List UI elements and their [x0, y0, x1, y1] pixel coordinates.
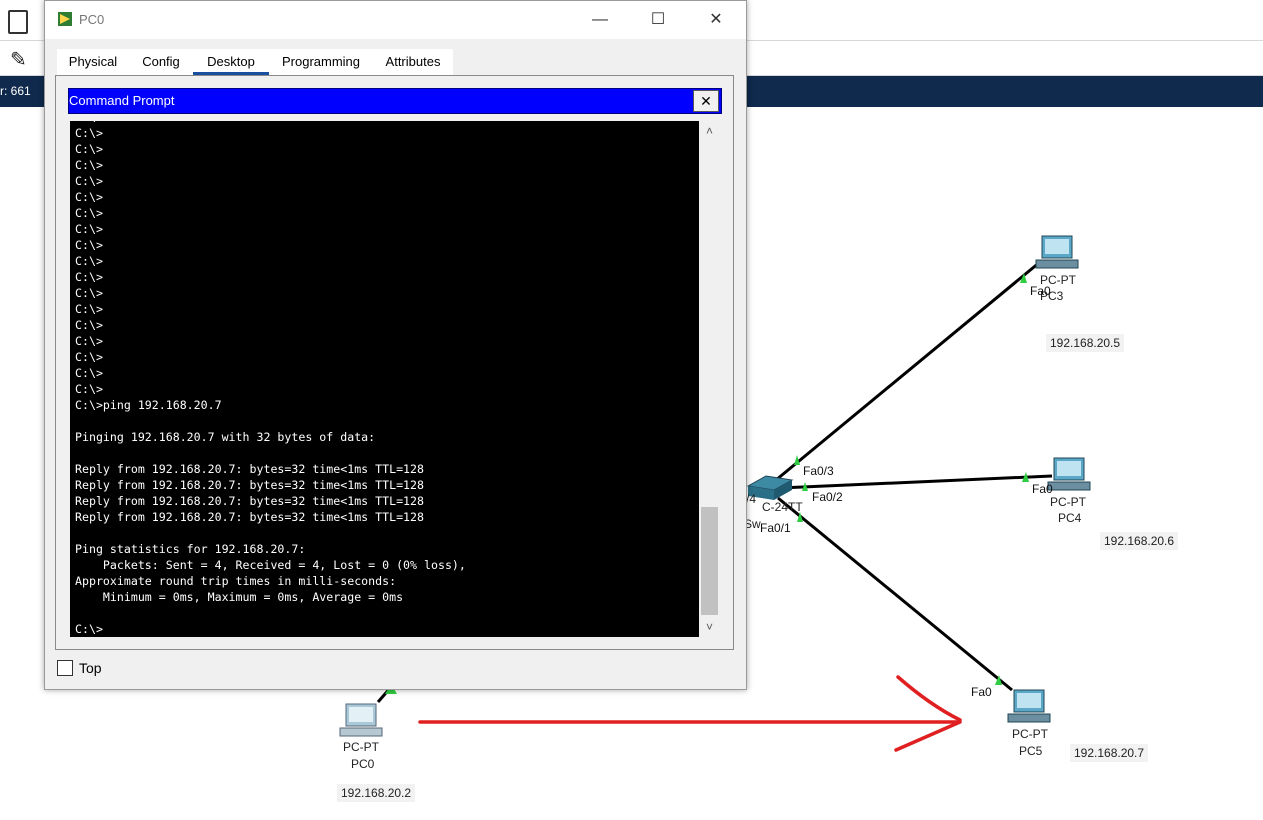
command-prompt-titlebar[interactable]: Command Prompt ✕ [68, 88, 722, 114]
command-prompt-title: Command Prompt [69, 93, 175, 108]
window-titlebar[interactable]: PC0 — ☐ ✕ [45, 1, 746, 39]
top-checkbox-label: Top [79, 660, 102, 676]
terminal-text: C:\> C:\> C:\> C:\> C:\> C:\> C:\> C:\> … [75, 121, 466, 636]
maximize-button[interactable]: ☐ [629, 1, 687, 39]
switch-port-fa01: Fa0/1 [760, 521, 791, 535]
pc4-name-label: PC4 [1058, 511, 1082, 525]
top-checkbox[interactable] [57, 660, 73, 676]
pc5-port-label: Fa0 [971, 685, 992, 699]
window-title: PC0 [79, 12, 105, 27]
scroll-up-icon[interactable]: ˄ [699, 121, 720, 141]
terminal-output[interactable]: C:\> C:\> C:\> C:\> C:\> C:\> C:\> C:\> … [70, 121, 699, 637]
switch-port-fa03: Fa0/3 [803, 464, 834, 478]
pc5-name-label: PC5 [1019, 744, 1043, 758]
pc0-icon[interactable] [339, 703, 383, 737]
switch-model-label: C-24TT [762, 500, 803, 514]
pc4-ip-label: 192.168.20.6 [1100, 532, 1179, 550]
pc5-icon[interactable] [1007, 689, 1051, 723]
tab-desktop[interactable]: Desktop [193, 49, 269, 75]
pc0-type-label: PC-PT [343, 740, 379, 754]
switch-port-fa02: Fa0/2 [812, 490, 843, 504]
pc5-ip-label: 192.168.20.7 [1070, 744, 1149, 762]
packet-tracer-app-icon [57, 11, 73, 27]
pc3-type-label: PC-PT [1040, 273, 1076, 287]
scroll-down-icon[interactable]: ˅ [699, 617, 720, 637]
pc4-port-label: Fa0 [1032, 482, 1053, 496]
pc3-name-label: PC3 [1040, 289, 1064, 303]
command-prompt-close-button[interactable]: ✕ [693, 90, 719, 112]
minimize-button[interactable]: — [571, 1, 629, 39]
pc3-ip-label: 192.168.20.5 [1046, 334, 1125, 352]
scroll-thumb[interactable] [701, 507, 718, 615]
pc4-type-label: PC-PT [1050, 495, 1086, 509]
switch-label-fragment: /4 [746, 492, 757, 506]
pc0-window: PC0 — ☐ ✕ Physical Config Desktop Progra… [44, 0, 747, 690]
pc0-name-label: PC0 [351, 757, 375, 771]
pc3-icon[interactable] [1035, 235, 1079, 269]
desktop-panel: Command Prompt ✕ C:\> C:\> C:\> C:\> C:\… [55, 75, 734, 650]
pc5-type-label: PC-PT [1012, 727, 1048, 741]
tab-programming[interactable]: Programming [269, 49, 373, 75]
pc0-ip-label: 192.168.20.2 [337, 784, 416, 802]
link-switch-pc3 [775, 260, 1041, 482]
tab-physical[interactable]: Physical [57, 49, 129, 75]
close-button[interactable]: ✕ [687, 1, 745, 39]
pc4-icon[interactable] [1047, 457, 1091, 491]
link-switch-pc5 [777, 496, 1013, 692]
tab-config[interactable]: Config [129, 49, 193, 75]
terminal-scrollbar[interactable]: ˄ ˅ [699, 121, 720, 637]
tab-attributes[interactable]: Attributes [373, 49, 453, 75]
